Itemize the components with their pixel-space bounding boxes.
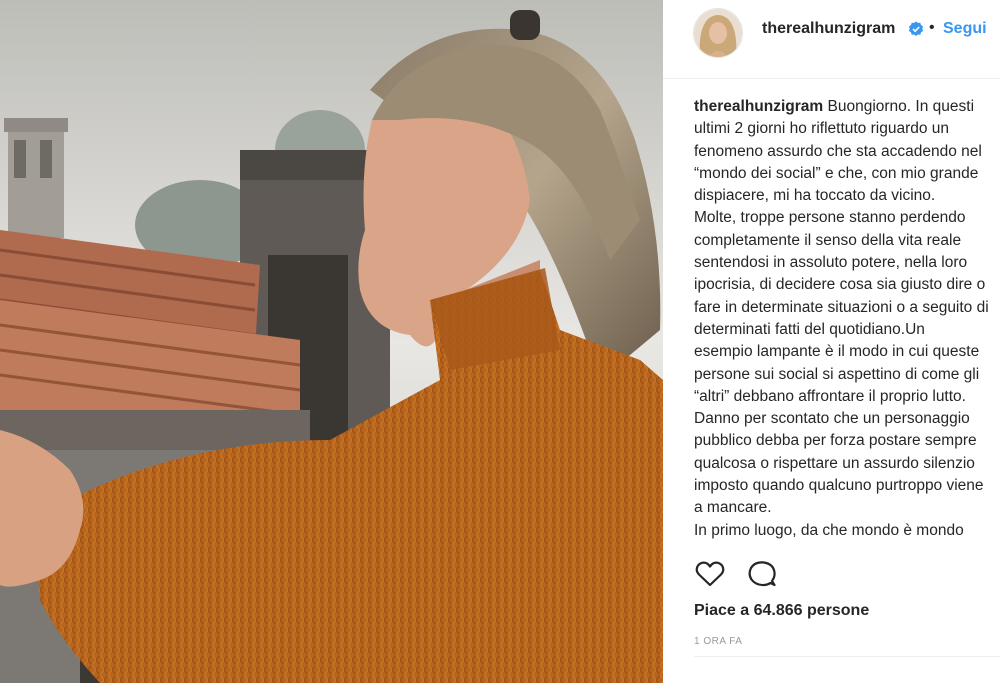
caption-author-link[interactable]: therealhunzigram xyxy=(694,98,823,115)
verified-badge-icon xyxy=(908,21,924,37)
caption-first-line: therealhunzigram Buongiorno. In questi xyxy=(694,96,1000,118)
caption-line: esempio lampante è il modo in cui queste xyxy=(694,343,980,361)
caption-line: pubblico debba per forza postare sempre xyxy=(694,432,977,450)
post-side-panel: therealhunzigram • Segui therealhunzigra… xyxy=(663,0,1000,683)
caption-line: sentendosi in assoluto potere, nella lor… xyxy=(694,254,968,272)
caption-line: Molte, troppe persone stanno perdendo xyxy=(694,209,966,227)
follow-button[interactable]: Segui xyxy=(943,20,987,38)
caption-line: qualcosa o rispettare un assurdo silenzi… xyxy=(694,454,975,472)
caption-text: Buongiorno. In questi xyxy=(827,98,975,115)
username-link[interactable]: therealhunzigram xyxy=(762,20,895,38)
divider xyxy=(694,656,1000,657)
caption-line: completamente il senso della vita reale xyxy=(694,231,962,249)
caption-line: In primo luogo, da che mondo è mondo xyxy=(694,521,964,539)
separator-dot: • xyxy=(929,19,935,36)
caption-line: determinati fatti del quotidiano.Un xyxy=(694,320,925,338)
heart-icon[interactable] xyxy=(694,558,726,590)
post-timestamp[interactable]: 1 ORA FA xyxy=(694,636,742,647)
caption-line: fenomeno assurdo che sta accadendo nel xyxy=(694,142,982,160)
caption-line: ipocrisia, di decidere cosa sia giusto d… xyxy=(694,276,986,294)
comment-icon[interactable] xyxy=(746,558,778,590)
likes-count[interactable]: Piace a 64.866 persone xyxy=(694,602,869,620)
post-header: therealhunzigram • Segui xyxy=(663,0,1000,79)
post-photo[interactable] xyxy=(0,0,663,683)
post-caption: therealhunzigram Buongiorno. In questi u… xyxy=(694,96,1000,546)
caption-line: persone sui social si aspettino di come … xyxy=(694,365,980,383)
caption-line: “mondo dei social” e che, con mio grande xyxy=(694,164,979,182)
caption-line: dispiacere, mi ha toccato da vicino. xyxy=(694,187,936,205)
caption-line: ultimi 2 giorni ho riflettuto riguardo u… xyxy=(694,120,950,138)
post-image xyxy=(0,0,663,683)
caption-line: a mancare. xyxy=(694,499,772,517)
caption-line: fare in determinate situazioni o a segui… xyxy=(694,298,989,316)
caption-line: “altri” debbano affrontare il proprio lu… xyxy=(694,387,966,405)
caption-line: imposto quando qualcuno purtroppo viene xyxy=(694,477,984,495)
avatar[interactable] xyxy=(693,8,743,58)
caption-line: Danno per scontato che un personaggio xyxy=(694,410,970,428)
